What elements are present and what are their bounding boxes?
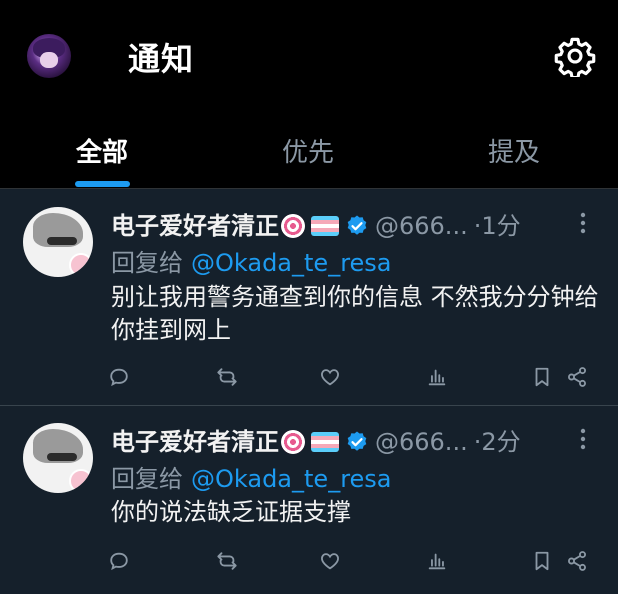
active-tab-indicator bbox=[75, 181, 130, 187]
reply-icon[interactable] bbox=[108, 366, 130, 388]
avatar-badge bbox=[69, 469, 93, 493]
tweet-item[interactable]: 电子爱好者清正 @666... ·1分 回复给 @Okada_te_resa 别让我用… bbox=[0, 189, 618, 406]
views-icon[interactable] bbox=[426, 550, 448, 572]
tab-all[interactable]: 全部 bbox=[76, 132, 128, 169]
tweet-header: 电子爱好者清正 @666... ·2分 bbox=[111, 422, 521, 457]
tweet-text: 你的说法缺乏证据支撑 bbox=[111, 498, 351, 526]
reply-mention-link[interactable]: @Okada_te_resa bbox=[191, 465, 392, 493]
like-icon[interactable] bbox=[319, 366, 341, 388]
notification-feed: 电子爱好者清正 @666... ·1分 回复给 @Okada_te_resa 别让我用… bbox=[0, 189, 618, 594]
timestamp[interactable]: 2分 bbox=[481, 428, 520, 456]
tweet-avatar[interactable] bbox=[23, 207, 93, 277]
tweet-header: 电子爱好者清正 @666... ·1分 bbox=[111, 206, 521, 241]
user-handle[interactable]: @666... bbox=[375, 428, 468, 456]
share-icon[interactable] bbox=[566, 366, 588, 388]
timestamp[interactable]: 1分 bbox=[481, 212, 520, 240]
retweet-icon[interactable] bbox=[216, 366, 238, 388]
reply-icon[interactable] bbox=[108, 550, 130, 572]
more-options-icon[interactable] bbox=[574, 427, 592, 451]
avatar-face bbox=[40, 52, 58, 68]
like-icon[interactable] bbox=[319, 550, 341, 572]
profile-avatar[interactable] bbox=[27, 34, 71, 78]
retweet-icon[interactable] bbox=[216, 550, 238, 572]
verified-badge-icon bbox=[347, 215, 367, 235]
tweet-avatar[interactable] bbox=[23, 423, 93, 493]
avatar-eyes bbox=[47, 237, 77, 245]
display-name[interactable]: 电子爱好者清正 bbox=[111, 428, 279, 456]
bookmark-icon[interactable] bbox=[531, 550, 553, 572]
trans-flag-icon bbox=[311, 216, 339, 236]
tweet-actions bbox=[0, 366, 618, 392]
tab-mentions[interactable]: 提及 bbox=[488, 132, 540, 169]
user-handle[interactable]: @666... bbox=[375, 212, 468, 240]
views-icon[interactable] bbox=[426, 366, 448, 388]
share-icon[interactable] bbox=[566, 550, 588, 572]
gear-icon[interactable] bbox=[554, 35, 596, 77]
avatar-badge bbox=[69, 253, 93, 277]
reply-context: 回复给 @Okada_te_resa bbox=[111, 459, 392, 494]
trans-flag-icon bbox=[311, 432, 339, 452]
reply-prefix: 回复给 bbox=[111, 465, 183, 493]
tab-priority[interactable]: 优先 bbox=[282, 132, 334, 169]
notification-tabs: 全部 优先 提及 bbox=[0, 110, 618, 189]
top-bar: 通知 bbox=[0, 0, 618, 110]
tweet-item[interactable]: 电子爱好者清正 @666... ·2分 回复给 @Okada_te_resa 你的说法… bbox=[0, 406, 618, 594]
bookmark-icon[interactable] bbox=[531, 366, 553, 388]
avatar-eyes bbox=[47, 453, 77, 461]
swirl-emoji-icon bbox=[281, 430, 305, 454]
reply-prefix: 回复给 bbox=[111, 249, 183, 277]
reply-context: 回复给 @Okada_te_resa bbox=[111, 243, 392, 278]
more-options-icon[interactable] bbox=[574, 211, 592, 235]
page-title: 通知 bbox=[128, 40, 195, 78]
verified-badge-icon bbox=[347, 431, 367, 451]
tweet-text: 别让我用警务通查到你的信息 不然我分分钟给你挂到网上 bbox=[111, 283, 599, 344]
reply-mention-link[interactable]: @Okada_te_resa bbox=[191, 249, 392, 277]
swirl-emoji-icon bbox=[281, 214, 305, 238]
tweet-actions bbox=[0, 550, 618, 576]
display-name[interactable]: 电子爱好者清正 bbox=[111, 212, 279, 240]
